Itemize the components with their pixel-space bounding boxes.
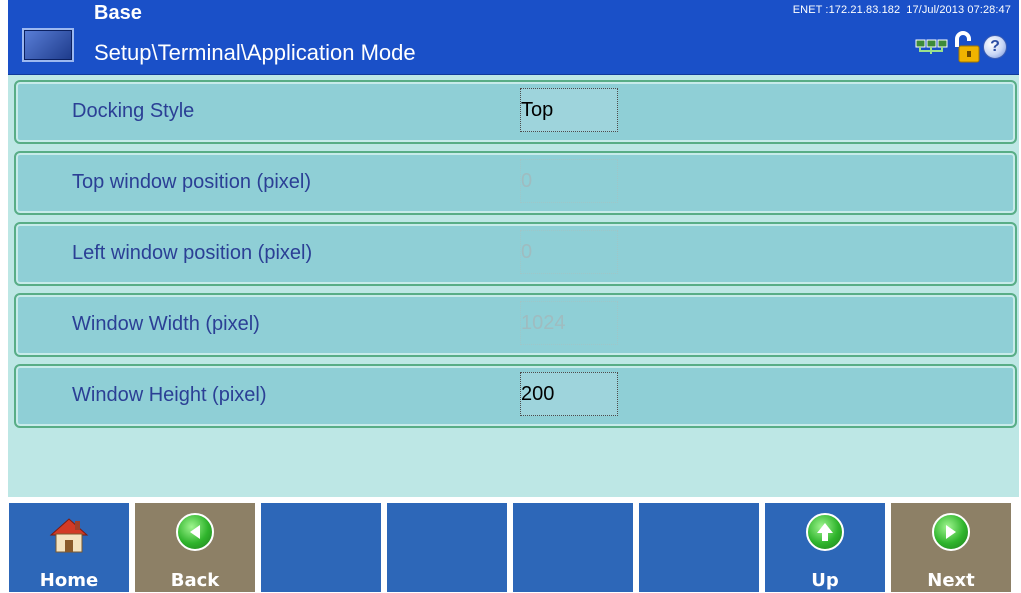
help-icon[interactable]: ? bbox=[983, 35, 1007, 59]
page-title: Base bbox=[94, 2, 142, 24]
network-icon bbox=[915, 39, 948, 54]
row-label: Window Width (pixel) bbox=[72, 313, 260, 335]
up-button[interactable]: Up bbox=[764, 502, 886, 593]
row-label: Docking Style bbox=[72, 100, 195, 122]
datetime: 17/Jul/2013 07:28:47 bbox=[906, 4, 1011, 16]
screen-icon bbox=[22, 28, 74, 62]
left-window-position-field: 0 bbox=[520, 230, 618, 274]
softkey-empty-1 bbox=[260, 502, 382, 593]
row-label: Left window position (pixel) bbox=[72, 242, 313, 264]
row-label: Window Height (pixel) bbox=[72, 384, 267, 406]
back-arrow-icon bbox=[176, 513, 214, 551]
header-icons: ? bbox=[915, 31, 1007, 63]
window-height-field[interactable]: 200 bbox=[520, 372, 618, 416]
row-window-width[interactable]: Window Width (pixel) 1024 bbox=[14, 293, 1017, 357]
header-bar: Base Setup\Terminal\Application Mode ENE… bbox=[8, 0, 1019, 75]
row-top-window-position[interactable]: Top window position (pixel) 0 bbox=[14, 151, 1017, 215]
next-button[interactable]: Next bbox=[890, 502, 1012, 593]
up-label: Up bbox=[811, 570, 839, 591]
row-left-window-position[interactable]: Left window position (pixel) 0 bbox=[14, 222, 1017, 286]
settings-list: Docking Style Top Top window position (p… bbox=[14, 80, 1017, 435]
softkey-empty-2 bbox=[386, 502, 508, 593]
softkey-empty-3 bbox=[512, 502, 634, 593]
row-docking-style[interactable]: Docking Style Top bbox=[14, 80, 1017, 144]
back-button[interactable]: Back bbox=[134, 502, 256, 593]
docking-style-field[interactable]: Top bbox=[520, 88, 618, 132]
top-window-position-field: 0 bbox=[520, 159, 618, 203]
softkey-empty-4 bbox=[638, 502, 760, 593]
home-icon bbox=[49, 518, 89, 553]
network-address: ENET :172.21.83.182 bbox=[792, 4, 901, 16]
breadcrumb: Setup\Terminal\Application Mode bbox=[94, 40, 416, 65]
softkey-bar: Home Back Up Next bbox=[8, 497, 1019, 593]
home-label: Home bbox=[39, 570, 99, 591]
unlocked-lock-icon bbox=[955, 31, 980, 63]
next-label: Next bbox=[927, 570, 975, 591]
back-label: Back bbox=[170, 570, 220, 591]
row-label: Top window position (pixel) bbox=[72, 171, 312, 193]
row-window-height[interactable]: Window Height (pixel) 200 bbox=[14, 364, 1017, 428]
status-line: ENET :172.21.83.182 17/Jul/2013 07:28:47 bbox=[793, 4, 1011, 16]
up-arrow-icon bbox=[806, 513, 844, 551]
next-arrow-icon bbox=[932, 513, 970, 551]
window-width-field: 1024 bbox=[520, 301, 618, 345]
home-button[interactable]: Home bbox=[8, 502, 130, 593]
